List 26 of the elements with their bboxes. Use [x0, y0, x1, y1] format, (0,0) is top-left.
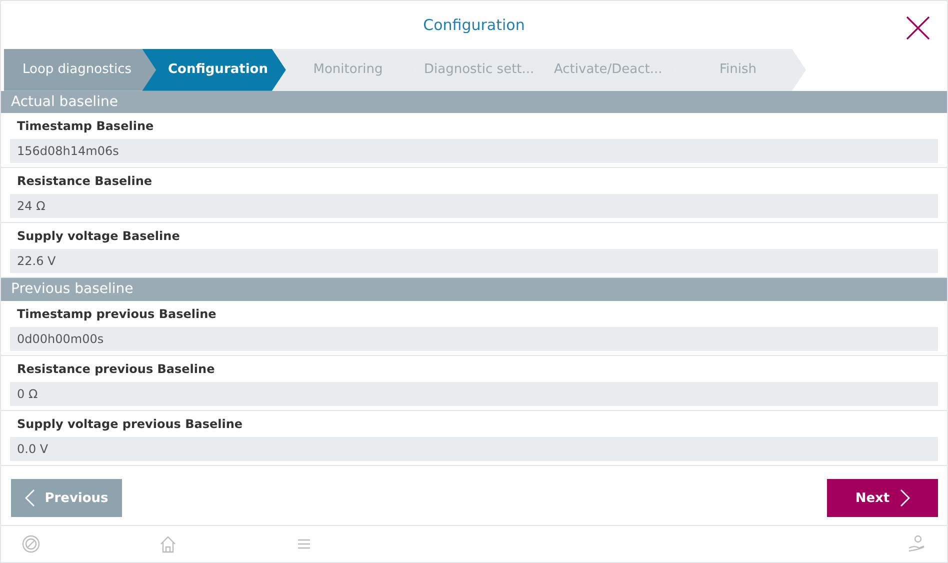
field-value: 0 Ω [10, 382, 938, 406]
step-tab[interactable]: Diagnostic sett... [402, 48, 546, 91]
field-label: Supply voltage previous Baseline [16, 416, 244, 434]
section-header: Actual baseline [1, 90, 947, 114]
field-value: 22.6 V [10, 249, 938, 274]
field-label: Resistance previous Baseline [16, 361, 216, 378]
field-label: Resistance Baseline [16, 173, 154, 190]
field-label: Timestamp Baseline [16, 118, 155, 136]
field-label: Timestamp previous Baseline [16, 306, 218, 324]
step-tab[interactable]: Finish [662, 48, 806, 91]
step-tab[interactable]: Monitoring [272, 48, 416, 91]
field-value: 0.0 V [10, 437, 938, 462]
page-title: Configuration [423, 16, 525, 34]
step-tab[interactable]: Activate/Deact... [532, 48, 676, 91]
step-tab[interactable]: Loop diagnostics [4, 48, 156, 91]
next-button[interactable]: Next [827, 479, 938, 518]
chevron-left-icon [24, 489, 35, 508]
field-value: 0d00h00m00s [10, 327, 938, 352]
previous-button[interactable]: Previous [11, 479, 122, 518]
field-label: Supply voltage Baseline [16, 228, 181, 246]
field-value: 156d08h14m06s [10, 139, 938, 164]
chevron-right-icon [900, 489, 910, 508]
section-header: Previous baseline [1, 278, 947, 302]
step-tab[interactable]: Configuration [142, 48, 286, 91]
field-value: 24 Ω [10, 194, 938, 218]
close-button[interactable] [905, 15, 931, 41]
